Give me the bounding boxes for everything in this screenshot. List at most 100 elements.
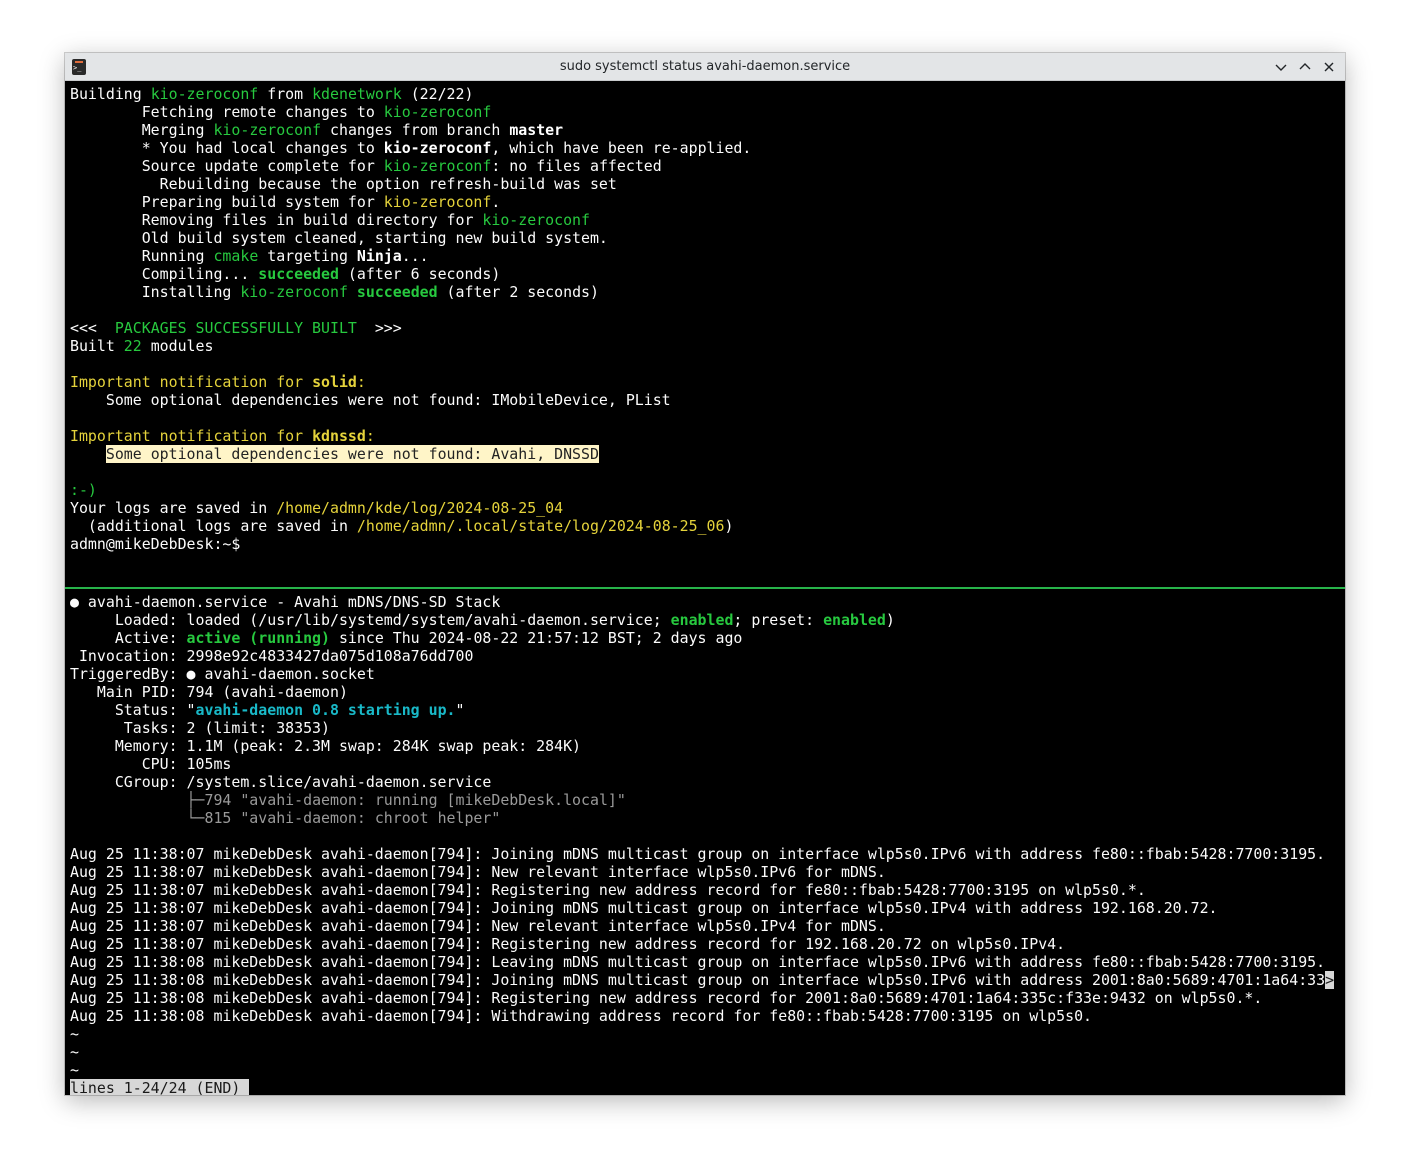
terminal-text: avahi-daemon 0.8 starting up. xyxy=(195,701,456,719)
terminal-line: TriggeredBy: ● avahi-daemon.socket xyxy=(70,665,1334,683)
terminal-line: Aug 25 11:38:07 mikeDebDesk avahi-daemon… xyxy=(70,935,1334,953)
terminal-text: Ninja xyxy=(356,247,402,265)
terminal-text: active (running) xyxy=(186,629,330,647)
terminal-text: Aug 25 11:38:08 mikeDebDesk avahi-daemon… xyxy=(70,1007,1093,1025)
terminal-text: " xyxy=(455,701,465,719)
terminal-text: Loaded: loaded (/usr/lib/systemd/system/… xyxy=(70,611,671,629)
terminal-line: Source update complete for kio-zeroconf:… xyxy=(70,157,751,175)
terminal-text: kio-zeroconf xyxy=(383,103,492,121)
terminal-text: Important notification for xyxy=(70,427,313,445)
terminal-output-systemctl-status: ● avahi-daemon.service - Avahi mDNS/DNS-… xyxy=(70,593,1335,1095)
terminal-line: Old build system cleaned, starting new b… xyxy=(70,229,751,247)
terminal-text: kio-zeroconf xyxy=(240,283,348,301)
terminal-line: :-) xyxy=(70,481,751,499)
terminal-text: TriggeredBy: xyxy=(70,665,187,683)
terminal-text: succeeded xyxy=(258,265,339,283)
terminal-line: └─815 "avahi-daemon: chroot helper" xyxy=(70,809,1334,827)
maximize-button[interactable] xyxy=(1296,58,1314,76)
terminal-line: Your logs are saved in /home/admn/kde/lo… xyxy=(70,499,751,517)
terminal-pane-top[interactable]: Building kio-zeroconf from kdenetwork (2… xyxy=(65,81,1345,587)
terminal-line: Active: active (running) since Thu 2024-… xyxy=(70,629,1334,647)
terminal-text: changes from branch xyxy=(321,121,510,139)
terminal-text: Active: xyxy=(70,629,187,647)
terminal-text: ~ xyxy=(70,1043,79,1061)
terminal-text: ~ xyxy=(70,1025,79,1043)
terminal-text: Important notification for xyxy=(70,373,313,391)
terminal-text: succeeded xyxy=(356,283,438,301)
terminal-line: Aug 25 11:38:08 mikeDebDesk avahi-daemon… xyxy=(70,1007,1334,1025)
terminal-line: Compiling... succeeded (after 6 seconds) xyxy=(70,265,751,283)
terminal-line: admn@mikeDebDesk:~$ xyxy=(70,535,751,553)
terminal-text: kdnssd xyxy=(312,427,366,445)
terminal-text: > xyxy=(1325,971,1335,989)
terminal-text: Main PID: 794 (avahi-daemon) xyxy=(70,683,348,701)
terminal-line: (additional logs are saved in /home/admn… xyxy=(70,517,751,535)
terminal-line: Invocation: 2998e92c4833427da075d108a76d… xyxy=(70,647,1334,665)
terminal-line: CGroup: /system.slice/avahi-daemon.servi… xyxy=(70,773,1334,791)
terminal-line: Aug 25 11:38:08 mikeDebDesk avahi-daemon… xyxy=(70,971,1335,989)
terminal-text: Building xyxy=(70,85,151,103)
terminal-line: Important notification for solid: xyxy=(70,373,751,391)
terminal-line: Removing files in build directory for ki… xyxy=(70,211,751,229)
terminal-text: from xyxy=(258,85,313,103)
terminal-line: Tasks: 2 (limit: 38353) xyxy=(70,719,1334,737)
terminal-line: <<< PACKAGES SUCCESSFULLY BUILT >>> xyxy=(70,319,751,337)
terminal-text: kdenetwork xyxy=(312,85,402,103)
terminal-line: Preparing build system for kio-zeroconf. xyxy=(70,193,751,211)
terminal-line: Aug 25 11:38:07 mikeDebDesk avahi-daemon… xyxy=(70,917,1334,935)
terminal-text: kio-zeroconf xyxy=(383,193,492,211)
terminal-text: ├─ xyxy=(70,791,205,809)
terminal-text: Installing xyxy=(70,283,241,301)
terminal-text: <<< xyxy=(70,319,115,337)
terminal-text: Aug 25 11:38:07 mikeDebDesk avahi-daemon… xyxy=(70,845,1326,863)
terminal-line: Some optional dependencies were not foun… xyxy=(70,391,751,409)
terminal-text: enabled xyxy=(823,611,886,629)
terminal-line: Built 22 modules xyxy=(70,337,751,355)
terminal-line: Merging kio-zeroconf changes from branch… xyxy=(70,121,751,139)
terminal-text: Tasks: 2 (limit: 38353) xyxy=(70,719,330,737)
terminal-line: Fetching remote changes to kio-zeroconf xyxy=(70,103,751,121)
terminal-text: Source update complete for xyxy=(70,157,384,175)
terminal-text: Rebuilding because the option refresh-bu… xyxy=(70,175,617,193)
terminal-text: PACKAGES SUCCESSFULLY BUILT xyxy=(114,319,357,337)
terminal-text: 22 xyxy=(123,337,142,355)
terminal-text: Aug 25 11:38:08 mikeDebDesk avahi-daemon… xyxy=(70,953,1326,971)
terminal-text: Merging xyxy=(70,121,214,139)
terminal-line: Installing kio-zeroconf succeeded (after… xyxy=(70,283,751,301)
terminal-text: Aug 25 11:38:08 mikeDebDesk avahi-daemon… xyxy=(70,971,1326,989)
close-button[interactable] xyxy=(1320,58,1338,76)
terminal-line: Loaded: loaded (/usr/lib/systemd/system/… xyxy=(70,611,1334,629)
terminal-text: /home/admn/kde/log/2024-08-25_04 xyxy=(276,499,564,517)
terminal-text: ) xyxy=(885,611,895,629)
terminal-text: Invocation: 2998e92c4833427da075d108a76d… xyxy=(70,647,474,665)
terminal-text: Running xyxy=(70,247,214,265)
terminal-text: Removing files in build directory for xyxy=(70,211,483,229)
terminal-pane-bottom[interactable]: ● avahi-daemon.service - Avahi mDNS/DNS-… xyxy=(65,589,1345,1095)
terminal-text: /home/admn/.local/state/log/2024-08-25_0… xyxy=(356,517,725,535)
terminal-text: Compiling... xyxy=(70,265,259,283)
terminal-text: enabled xyxy=(670,611,734,629)
terminal-text: kio-zeroconf xyxy=(383,157,492,175)
terminal-text: CPU: 105ms xyxy=(70,755,232,773)
terminal-text: (additional logs are saved in xyxy=(70,517,357,535)
terminal-text: : no files affected xyxy=(491,157,662,175)
minimize-button[interactable] xyxy=(1272,58,1290,76)
terminal-text: Aug 25 11:38:07 mikeDebDesk avahi-daemon… xyxy=(70,863,886,881)
terminal-text: Preparing build system for xyxy=(70,193,384,211)
terminal-line: Aug 25 11:38:08 mikeDebDesk avahi-daemon… xyxy=(70,953,1334,971)
terminal-line: ~ xyxy=(70,1025,1334,1043)
terminal-text: avahi-daemon.socket xyxy=(195,665,375,683)
title-bar[interactable]: sudo systemctl status avahi-daemon.servi… xyxy=(65,53,1345,81)
terminal-line: Aug 25 11:38:07 mikeDebDesk avahi-daemon… xyxy=(70,845,1334,863)
terminal-line: Aug 25 11:38:08 mikeDebDesk avahi-daemon… xyxy=(70,989,1334,1007)
terminal-text: : xyxy=(356,373,366,391)
terminal-text: Aug 25 11:38:07 mikeDebDesk avahi-daemon… xyxy=(70,935,1066,953)
terminal-text: Built xyxy=(70,337,124,355)
